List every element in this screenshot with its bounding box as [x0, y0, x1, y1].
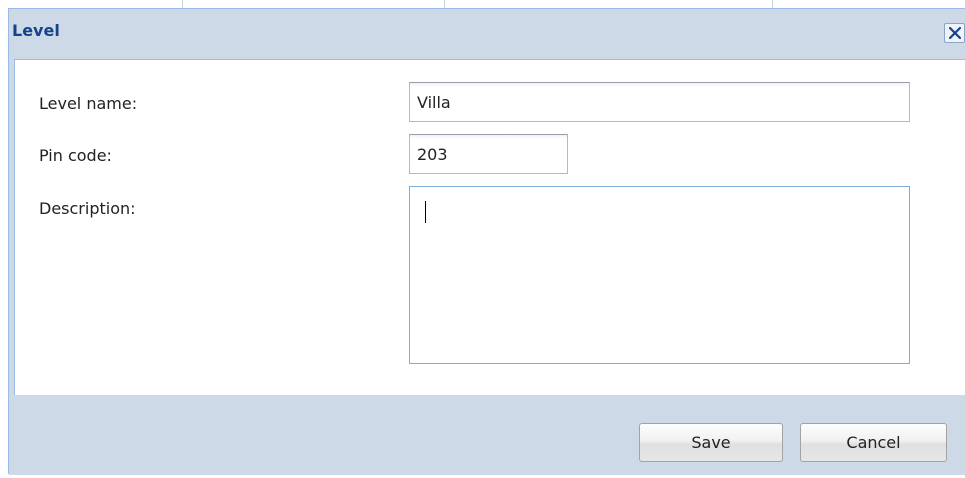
background-divider: [182, 0, 183, 8]
dialog-title: Level: [12, 21, 60, 40]
pin-code-label: Pin code:: [39, 146, 112, 165]
level-name-input[interactable]: [409, 82, 910, 122]
close-icon: [949, 27, 961, 39]
level-name-label: Level name:: [39, 94, 138, 113]
description-label: Description:: [39, 199, 136, 218]
background-divider: [772, 0, 773, 8]
cancel-button[interactable]: Cancel: [800, 423, 947, 462]
dialog-titlebar[interactable]: Level: [9, 9, 965, 59]
background-divider: [444, 0, 445, 8]
dialog-footer: Save Cancel: [9, 395, 965, 475]
dialog-body: Level name: Pin code: Description:: [14, 59, 965, 395]
close-button[interactable]: [944, 23, 965, 43]
pin-code-input[interactable]: [409, 134, 568, 174]
level-dialog: Level Level name: Pin code: Description:…: [8, 8, 965, 475]
save-button[interactable]: Save: [639, 423, 783, 462]
text-cursor: [425, 201, 426, 223]
description-textarea[interactable]: [409, 186, 910, 364]
page-background-strip: [0, 0, 965, 8]
